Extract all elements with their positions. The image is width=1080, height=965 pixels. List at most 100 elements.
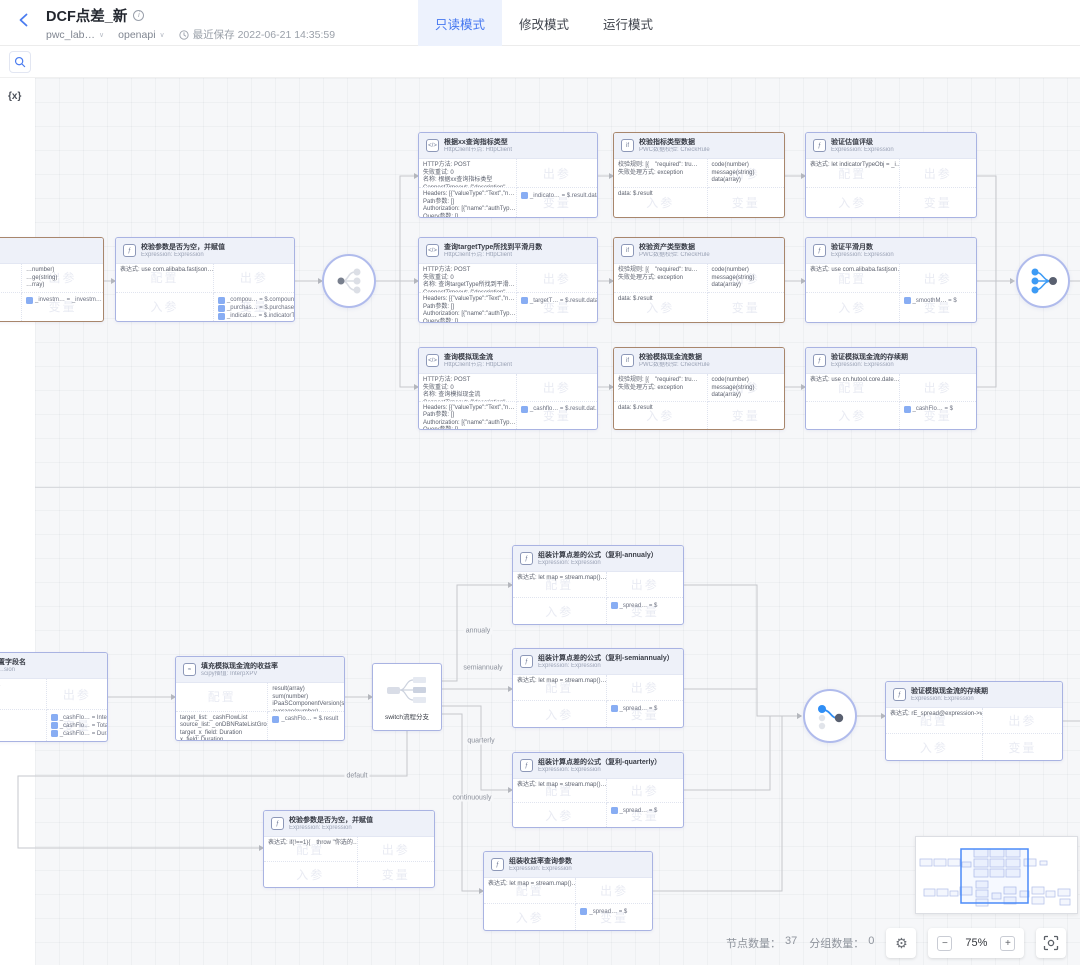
watermark-tr: 出参 (576, 878, 652, 903)
node-title: 校验指标类型数据 (639, 138, 710, 147)
node-body: 配置表达式: let map = stream.map()…出参入参变量_spr… (513, 675, 683, 727)
api-selector[interactable]: openapi ∨ (118, 29, 165, 41)
checkrule-icon: if (621, 139, 634, 152)
node-card-http-query-indicator-type[interactable]: </>根据xx查询指标类型HttpClient节点: HttpClientHTT… (418, 132, 598, 218)
tag-chip-icon (521, 406, 528, 413)
node-card-upper-partial-check[interactable]: if出参…number)…ge(string)…rray)变量_investm…… (0, 237, 104, 322)
tab-edit-mode[interactable]: 修改模式 (502, 0, 586, 46)
node-card-verify-smooth-months[interactable]: ƒ验证平滑月数Expression: Expression配置表达式: use … (805, 237, 977, 323)
env-selector[interactable]: pwc_lab… ∨ (46, 29, 104, 41)
node-title: 验证平滑月数 (831, 243, 894, 252)
node-subtitle: Expression: Expression (831, 252, 894, 259)
node-subtitle: HttpClient节点: HttpClient (444, 147, 512, 154)
api-selector-value: openapi (118, 29, 155, 41)
node-quadrant-tl: 配置 (176, 683, 268, 712)
zoom-in-button[interactable]: + (1000, 936, 1015, 951)
node-subtitle: …sion (0, 667, 26, 674)
node-card-http-query-target-type[interactable]: </>查询targetType所找到平滑月数HttpClient节点: Http… (418, 237, 598, 323)
search-button[interactable] (9, 51, 31, 73)
output-tag: _spread… = $ (611, 602, 680, 609)
node-quadrant-br: 变量 (708, 293, 785, 322)
node-title: 根据xx查询指标类型 (444, 138, 512, 147)
watermark-br: 变量 (983, 734, 1062, 760)
node-card-http-query-cashflow[interactable]: </>查询模拟现金流HttpClient节点: HttpClientHTTP方法… (418, 347, 598, 430)
node-card-check-params-empty-1[interactable]: ƒ校验参数是否为空，并赋值Expression: Expression配置表达式… (115, 237, 295, 322)
fork-gateway[interactable] (322, 254, 376, 308)
node-card-verify-valuation-rating[interactable]: ƒ验证估值评级Expression: Expression配置表达式: let … (805, 132, 977, 218)
back-button[interactable] (14, 12, 34, 32)
node-quadrant-br: 变量 (708, 188, 785, 217)
node-quadrant-tl: 配置表达式: if(!==1){ throw "你选的… (264, 837, 358, 862)
config-line: Headers: [{"valueType":"Text","n… (423, 296, 512, 304)
expression-icon: ƒ (520, 552, 533, 565)
output-tag: _targetT… = $.result.data (521, 297, 593, 304)
group-count-label: 分组数量： (809, 935, 864, 951)
minimap-viewport[interactable] (961, 849, 1028, 903)
settings-button[interactable]: ⚙ (886, 928, 916, 958)
node-card-check-params-empty-2[interactable]: ƒ校验参数是否为空，并赋值Expression: Expression配置表达式… (263, 810, 435, 888)
node-quadrant-bl: 入参 (484, 904, 576, 930)
output-tag: _cashFlo… = TotalCashF… (51, 722, 103, 729)
fit-view-button[interactable] (1036, 928, 1066, 958)
config-line: 表达式: let map = stream.map()… (517, 575, 602, 583)
tag-chip-icon (611, 602, 618, 609)
merge-gateway-upper[interactable] (1016, 254, 1070, 308)
node-card-spread-formula-quarterly[interactable]: ƒ组装计算点差的公式（复利-quarterly）Expression: Expr… (512, 752, 684, 828)
watermark-bl: 入参 (806, 293, 899, 322)
node-card-check-asset-data[interactable]: if校验资产类型数据PWC数据校验: CheckRule校验规则: [{ "re… (613, 237, 785, 323)
branch-label-quarterly: quarterly (465, 738, 496, 745)
config-line: 失败重试: 0 (423, 385, 512, 393)
node-card-yield-query-params[interactable]: ƒ组装收益率查询参数Expression: Expression配置表达式: l… (483, 851, 653, 931)
node-subtitle: Expression: Expression (509, 866, 572, 873)
output-tag: _spread… = $ (611, 705, 680, 712)
output-tag: _purchas… = $.purchase… (218, 305, 290, 312)
tab-run-mode[interactable]: 运行模式 (586, 0, 670, 46)
config-line: result(array) (272, 686, 340, 694)
node-title: 验证模拟现金流的存续期 (831, 353, 908, 362)
node-card-lower-partial-setfield[interactable]: ƒ置字段名…sionRate =…出参变量_cashFlo… = Interes… (0, 652, 108, 742)
node-card-verify-cashflow-duration-1[interactable]: ƒ验证模拟现金流的存续期Expression: Expression配置表达式:… (805, 347, 977, 430)
config-line: target_x_field: Duration (180, 730, 263, 738)
output-tag: _cashflo… = $.result.dat… (521, 406, 593, 413)
node-body: 校验规则: [{ "required": tru…失败处理方式: excepti… (614, 159, 784, 217)
node-card-switch-branch[interactable]: switch流程分支 (372, 663, 442, 731)
tag-chip-icon (580, 908, 587, 915)
branch-label-semiannualy: semiannualy (461, 665, 504, 672)
node-quadrant-tl: 配置表达式: let indicatorTypeObj = _i… (806, 159, 900, 188)
node-card-check-cashflow-data[interactable]: if校验模拟现金流数据PWC数据校验: CheckRule校验规则: [{ "r… (613, 347, 785, 430)
node-subtitle: Expression: Expression (831, 147, 894, 154)
node-quadrant-tr: 出参 (576, 878, 652, 904)
node-quadrant-bl: 入参data: $.result (614, 402, 708, 430)
node-quadrant-tl: 配置表达式: use com.alibaba.fastjson… (806, 264, 900, 293)
node-card-check-indicator-data[interactable]: if校验指标类型数据PWC数据校验: CheckRule校验规则: [{ "re… (613, 132, 785, 218)
config-line: 表达式: use com.alibaba.fastjson… (120, 267, 209, 275)
node-card-fill-cashflow-yield[interactable]: ≈填充模拟现金流的收益率scipy插值: InterpXPV配置result(a… (175, 656, 345, 741)
clock-icon (179, 30, 189, 40)
merge-gateway-lower[interactable] (803, 689, 857, 743)
config-line: 失败处理方式: exception (618, 170, 703, 178)
variables-panel-icon[interactable]: {x} (8, 91, 21, 102)
node-quadrant-bl (0, 710, 47, 741)
config-line: iPaaSComponentVersion(string) (272, 701, 340, 709)
minimap-panel[interactable] (915, 836, 1078, 914)
node-card-verify-cashflow-duration-2[interactable]: ƒ验证模拟现金流的存续期Expression: Expression配置表达式:… (885, 681, 1063, 761)
node-subtitle: Expression: Expression (831, 362, 908, 369)
tab-readonly-mode[interactable]: 只读模式 (418, 0, 502, 46)
node-body: 校验规则: [{ "required": tru…失败处理方式: excepti… (614, 264, 784, 322)
expression-icon: ƒ (813, 354, 826, 367)
node-title: 组装计算点差的公式（复利-annualy） (538, 551, 658, 560)
node-card-spread-formula-annualy[interactable]: ƒ组装计算点差的公式（复利-annualy）Expression: Expres… (512, 545, 684, 625)
config-line: 校验规则: [{ "required": tru… (618, 162, 703, 170)
node-quadrant-tr: 出参code(number)message(string)data(array) (708, 374, 785, 402)
node-quadrant-bl: 入参data: $.result (614, 188, 708, 217)
node-quadrant-tr: 出参 (517, 159, 597, 188)
zoom-out-button[interactable]: − (937, 936, 952, 951)
config-line: 名称: 查询模拟现金流 (423, 392, 512, 400)
watermark-br: 变量 (708, 293, 785, 322)
node-card-spread-formula-semiannualy[interactable]: ƒ组装计算点差的公式（复利-semiannualy）Expression: Ex… (512, 648, 684, 728)
output-tag: _cashFlo… = $.result (272, 716, 340, 723)
node-header: ƒ组装计算点差的公式（复利-annualy）Expression: Expres… (513, 546, 683, 572)
watermark-br: 变量 (358, 862, 435, 887)
flow-canvas[interactable]: {x} 节点数量： 37 分组数量： 0 ⚙ − 75% + (0, 78, 1080, 965)
httpclient-icon: </> (426, 139, 439, 152)
